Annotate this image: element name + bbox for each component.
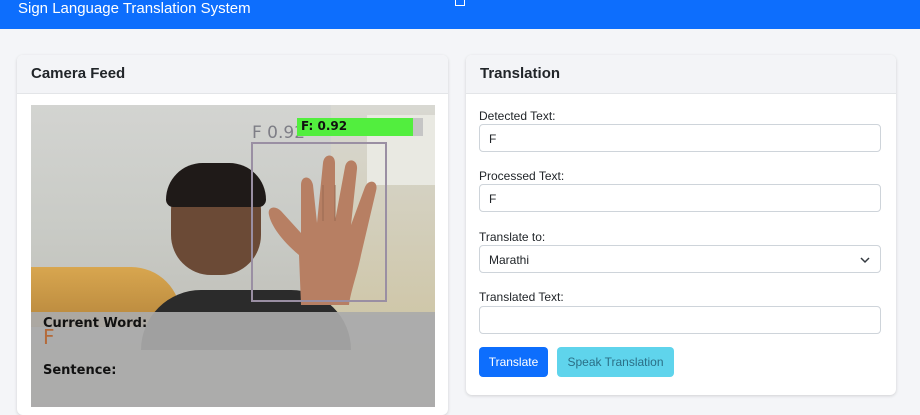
sentence-label: Sentence: [43, 363, 117, 378]
camera-feed-card: Camera Feed F 0.92 F: 0.92 Current Word:… [17, 55, 448, 415]
recognition-overlay: Current Word: F Sentence: [31, 312, 435, 407]
translate-to-label: Translate to: [479, 230, 546, 244]
camera-feed-header: Camera Feed [17, 55, 448, 94]
translate-to-select[interactable]: Marathi [479, 245, 881, 273]
current-word-label: Current Word: [43, 316, 148, 331]
translate-button[interactable]: Translate [479, 347, 548, 377]
translation-card: Translation Detected Text: F Processed T… [466, 55, 896, 395]
processed-text-label: Processed Text: [479, 169, 565, 183]
processed-text-field[interactable]: F [479, 184, 881, 212]
translated-text-field[interactable] [479, 306, 881, 334]
app-title[interactable]: Sign Language Translation System [18, 0, 251, 18]
chevron-down-icon [860, 257, 870, 264]
detection-bounding-box [251, 142, 387, 302]
cursor-icon [455, 0, 465, 6]
confidence-label: F: 0.92 [301, 119, 348, 133]
speak-translation-button[interactable]: Speak Translation [557, 347, 674, 377]
camera-feed-video: F 0.92 F: 0.92 Current Word: F Sentence: [31, 105, 435, 407]
translate-to-selected-value: Marathi [489, 253, 530, 267]
detected-text-field[interactable]: F [479, 124, 881, 152]
translated-text-label: Translated Text: [479, 290, 564, 304]
navbar: Sign Language Translation System [0, 0, 920, 29]
translation-header: Translation [466, 55, 896, 94]
detected-text-label: Detected Text: [479, 109, 556, 123]
current-word-value: F [43, 325, 55, 349]
